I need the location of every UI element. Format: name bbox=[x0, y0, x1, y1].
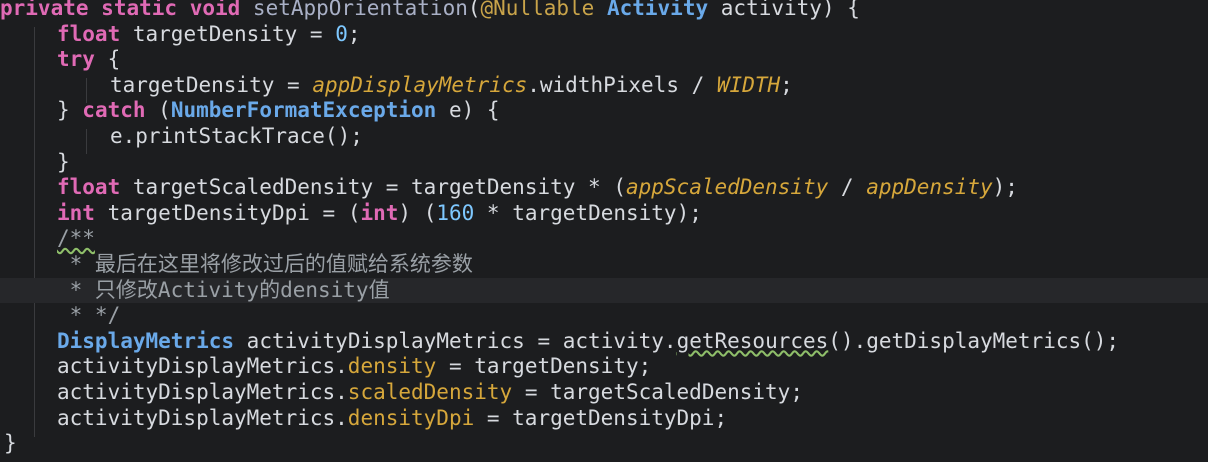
operator: / bbox=[828, 175, 867, 200]
object-reference: activityDisplayMetrics. bbox=[57, 354, 348, 379]
code-line-6[interactable]: e.printStackTrace(); bbox=[0, 124, 1208, 150]
punctuation: ) { bbox=[821, 0, 860, 20]
operator: = ( bbox=[309, 200, 361, 225]
operator: = bbox=[297, 21, 336, 46]
parameter: e) { bbox=[436, 98, 500, 123]
method-call: ().getDisplayMetrics(); bbox=[828, 328, 1120, 353]
variable: targetDensity bbox=[512, 200, 677, 225]
variable: targetDensityDpi bbox=[107, 200, 310, 225]
keyword: int bbox=[360, 200, 399, 225]
punctuation: } bbox=[57, 149, 70, 174]
code-line-15[interactable]: activityDisplayMetrics.density = targetD… bbox=[0, 354, 1208, 380]
operator: * ( bbox=[575, 175, 626, 200]
assignment: = targetDensity; bbox=[436, 354, 652, 379]
punctuation: } bbox=[4, 431, 17, 456]
doc-comment: * 只修改Activity的density值 bbox=[57, 277, 390, 302]
static-field: appDisplayMetrics bbox=[312, 72, 528, 97]
annotation: @Nullable bbox=[480, 0, 595, 20]
code-line-3[interactable]: try { bbox=[0, 47, 1208, 73]
code-line-11[interactable]: * 最后在这里将修改过后的值赋给系统参数 bbox=[0, 252, 1208, 278]
punctuation: ); bbox=[676, 200, 702, 225]
object-reference: activityDisplayMetrics. bbox=[57, 380, 348, 404]
punctuation: ; bbox=[780, 72, 793, 97]
code-line-14[interactable]: DisplayMetrics activityDisplayMetrics = … bbox=[0, 329, 1208, 355]
code-line-1[interactable]: private static void setAppOrientation(@N… bbox=[0, 0, 1208, 22]
operator: = bbox=[373, 175, 412, 200]
doc-comment: * */ bbox=[57, 303, 121, 328]
punctuation: ) ( bbox=[398, 200, 437, 225]
variable: targetDensity bbox=[411, 175, 576, 200]
operator: = bbox=[274, 72, 313, 97]
type-name: Activity bbox=[606, 0, 709, 20]
field: scaledDensity bbox=[347, 380, 513, 404]
static-field: appScaledDensity bbox=[625, 175, 829, 200]
method-call: getResources bbox=[676, 328, 829, 353]
keyword: int bbox=[57, 200, 95, 225]
keyword: void bbox=[189, 0, 241, 20]
method-name: setAppOrientation bbox=[252, 0, 468, 20]
code-line-13[interactable]: * */ bbox=[0, 303, 1208, 329]
punctuation: ( bbox=[145, 98, 171, 123]
member-access: .widthPixels bbox=[527, 72, 679, 97]
operator: = bbox=[524, 328, 563, 353]
static-field: appDensity bbox=[866, 175, 993, 200]
variable: targetDensity bbox=[110, 72, 275, 97]
type-name: NumberFormatException bbox=[170, 98, 437, 123]
code-editor[interactable]: private static void setAppOrientation(@N… bbox=[0, 0, 1208, 462]
number-literal: 160 bbox=[436, 200, 475, 225]
code-line-8[interactable]: float targetScaledDensity = targetDensit… bbox=[0, 175, 1208, 201]
code-line-16[interactable]: activityDisplayMetrics.scaledDensity = t… bbox=[0, 380, 1208, 406]
code-line-4[interactable]: targetDensity = appDisplayMetrics.widthP… bbox=[0, 73, 1208, 99]
punctuation: ); bbox=[992, 175, 1018, 200]
operator: * bbox=[474, 200, 513, 225]
parameter: activity bbox=[720, 0, 822, 20]
variable: targetScaledDensity bbox=[132, 175, 374, 200]
doc-comment: /** bbox=[57, 226, 95, 251]
punctuation: ; bbox=[347, 21, 361, 46]
punctuation: ( bbox=[467, 0, 481, 20]
keyword: try bbox=[57, 47, 95, 72]
object-reference: activity. bbox=[562, 328, 677, 353]
keyword: static bbox=[101, 0, 178, 20]
number-literal: 0 bbox=[335, 21, 348, 46]
assignment: = targetDensityDpi; bbox=[474, 405, 728, 430]
statement: e.printStackTrace(); bbox=[110, 124, 363, 148]
code-line-12[interactable]: * 只修改Activity的density值 bbox=[0, 277, 1208, 304]
code-line-17[interactable]: activityDisplayMetrics.densityDpi = targ… bbox=[0, 406, 1208, 432]
object-reference: activityDisplayMetrics. bbox=[57, 405, 348, 430]
variable: targetDensity bbox=[132, 21, 298, 46]
static-field: WIDTH bbox=[716, 72, 781, 97]
variable: activityDisplayMetrics bbox=[246, 328, 525, 353]
type-name: DisplayMetrics bbox=[57, 328, 235, 353]
code-line-5[interactable]: } catch (NumberFormatException e) { bbox=[0, 98, 1208, 124]
keyword: float bbox=[57, 21, 121, 46]
keyword: float bbox=[57, 175, 121, 200]
code-line-9[interactable]: int targetDensityDpi = (int) (160 * targ… bbox=[0, 201, 1208, 227]
doc-comment: * 最后在这里将修改过后的值赋给系统参数 bbox=[57, 252, 473, 276]
code-line-18[interactable]: } bbox=[0, 431, 1208, 457]
operator: / bbox=[678, 72, 717, 97]
punctuation: } bbox=[57, 98, 83, 123]
punctuation: { bbox=[94, 47, 121, 72]
keyword: catch bbox=[82, 98, 146, 123]
code-line-2[interactable]: float targetDensity = 0; bbox=[0, 22, 1208, 48]
keyword: private bbox=[0, 0, 89, 20]
code-line-10[interactable]: /** bbox=[0, 226, 1208, 252]
code-line-7[interactable]: } bbox=[0, 150, 1208, 176]
field: density bbox=[347, 354, 437, 379]
assignment: = targetScaledDensity; bbox=[512, 380, 803, 404]
field: densityDpi bbox=[347, 405, 475, 430]
